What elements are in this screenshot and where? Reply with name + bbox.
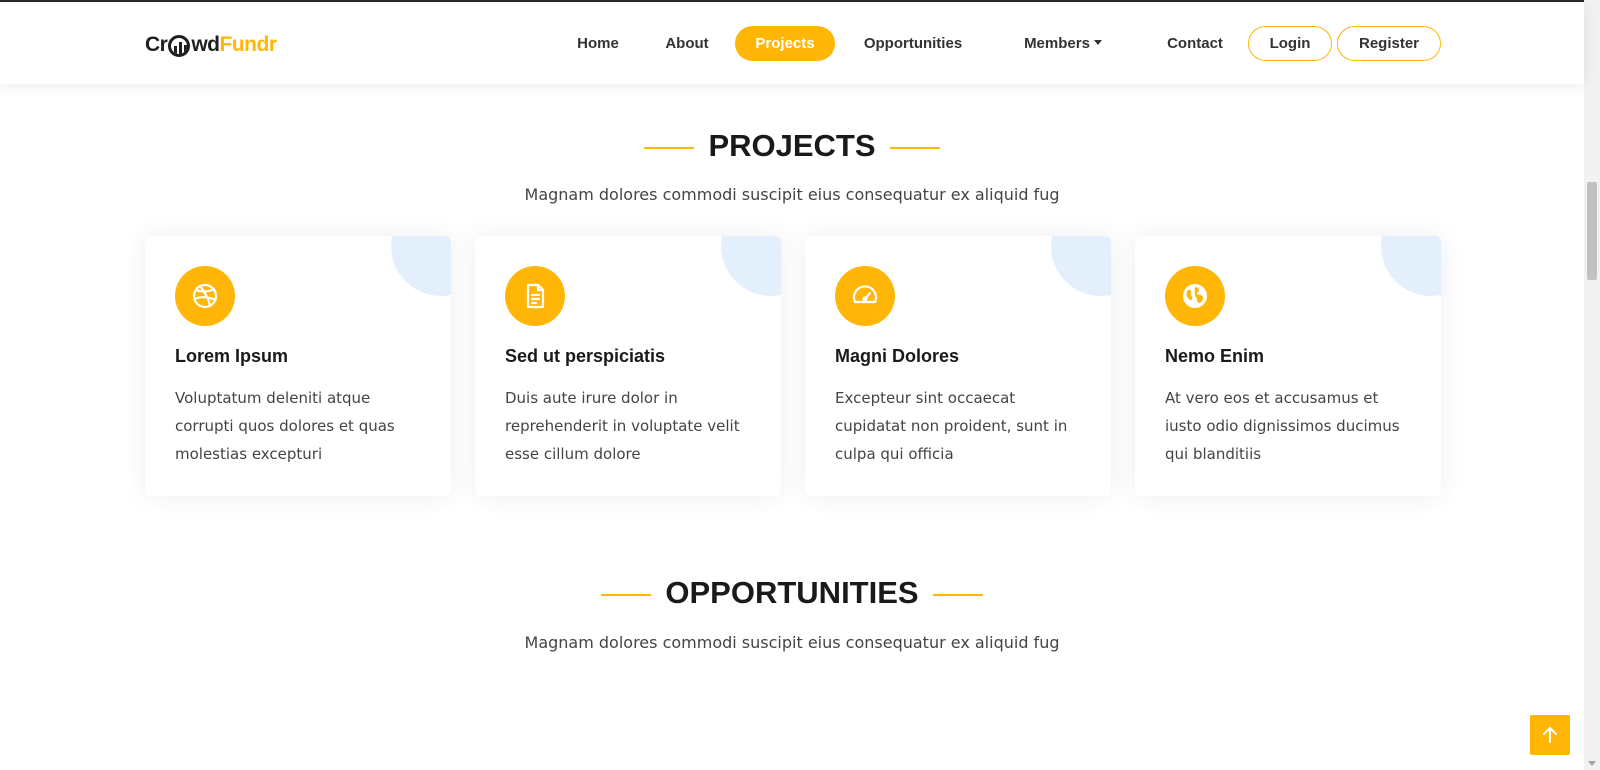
card-icon-circle xyxy=(505,266,565,326)
back-to-top-button[interactable] xyxy=(1530,715,1570,755)
heading-line-right xyxy=(932,593,983,596)
opportunities-heading: OPPORTUNITIES xyxy=(0,575,1584,611)
card-text: At vero eos et accusamus et iusto odio d… xyxy=(1165,389,1400,463)
nav-about[interactable]: About xyxy=(646,26,728,61)
page-scrollbar[interactable] xyxy=(1584,0,1600,770)
card-corner-decoration xyxy=(1381,236,1441,296)
nav-projects[interactable]: Projects xyxy=(735,26,835,61)
projects-title: PROJECTS xyxy=(708,128,876,163)
card-title: Sed ut perspiciatis xyxy=(505,346,666,366)
card-icon-circle xyxy=(175,266,235,326)
card-icon-circle xyxy=(835,266,895,326)
card-icon-circle xyxy=(1165,266,1225,326)
nav-home[interactable]: Home xyxy=(558,26,638,61)
card-text: Duis aute irure dolor in reprehenderit i… xyxy=(505,389,740,463)
project-card[interactable]: Nemo Enim At vero eos et accusamus et iu… xyxy=(1135,236,1441,496)
globe-icon xyxy=(1183,284,1207,308)
project-card[interactable]: Magni Dolores Excepteur sint occaecat cu… xyxy=(805,236,1111,496)
nav-members-label: Members xyxy=(1024,35,1090,52)
card-title: Nemo Enim xyxy=(1165,346,1265,366)
heading-line-left xyxy=(644,146,695,149)
opportunities-subtitle: Magnam dolores commodi suscipit eius con… xyxy=(524,633,1060,652)
opportunities-title: OPPORTUNITIES xyxy=(665,575,919,610)
project-card[interactable]: Sed ut perspiciatis Duis aute irure dolo… xyxy=(475,236,781,496)
project-card[interactable]: Lorem Ipsum Voluptatum deleniti atque co… xyxy=(145,236,451,496)
card-corner-decoration xyxy=(721,236,781,296)
card-text: Voluptatum deleniti atque corrupti quos … xyxy=(175,389,395,463)
dribbble-icon xyxy=(192,283,218,309)
projects-heading: PROJECTS xyxy=(0,128,1584,164)
card-text: Excepteur sint occaecat cupidatat non pr… xyxy=(835,389,1068,463)
nav-contact[interactable]: Contact xyxy=(1150,26,1240,61)
caret-down-icon xyxy=(1093,40,1102,45)
login-button[interactable]: Login xyxy=(1248,26,1332,61)
scrollbar-thumb[interactable] xyxy=(1587,182,1597,280)
card-title: Lorem Ipsum xyxy=(175,346,289,366)
speedometer-icon xyxy=(852,285,878,304)
site-header: Cr wd Fundr Home About Projects Opportun… xyxy=(0,2,1584,84)
main-nav: Home About Projects Opportunities Member… xyxy=(0,26,1584,62)
card-title: Magni Dolores xyxy=(835,346,960,366)
scroll-down-arrow-icon[interactable] xyxy=(1588,761,1596,766)
heading-line-right xyxy=(889,146,940,149)
card-corner-decoration xyxy=(1051,236,1111,296)
arrow-up-icon xyxy=(1543,727,1557,743)
projects-subtitle: Magnam dolores commodi suscipit eius con… xyxy=(524,185,1060,204)
heading-line-left xyxy=(601,593,652,596)
card-corner-decoration xyxy=(391,236,451,296)
file-text-icon xyxy=(526,283,545,309)
nav-members-dropdown[interactable]: Members xyxy=(1008,26,1118,61)
register-button[interactable]: Register xyxy=(1337,26,1441,61)
nav-opportunities[interactable]: Opportunities xyxy=(848,26,978,61)
